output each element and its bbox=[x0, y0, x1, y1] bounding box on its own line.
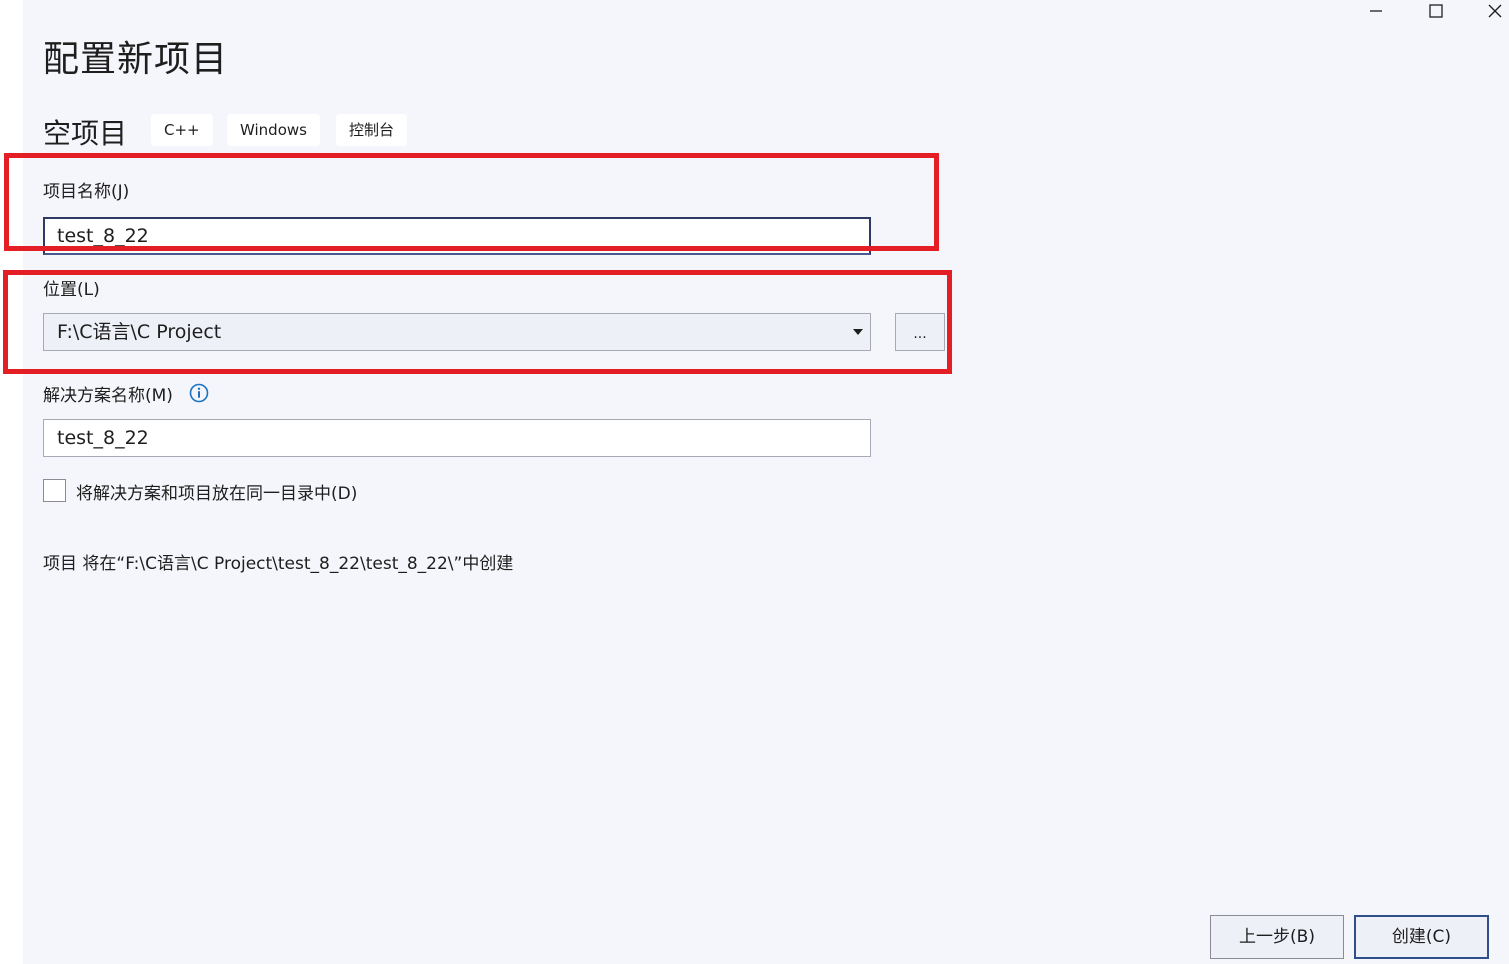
highlight-box-project-name bbox=[4, 153, 939, 251]
tag-console: 控制台 bbox=[336, 114, 408, 146]
minimize-button[interactable] bbox=[1356, 0, 1396, 22]
template-name: 空项目 bbox=[43, 117, 128, 150]
tag-cpp: C++ bbox=[151, 114, 213, 146]
tag-windows: Windows bbox=[227, 114, 320, 146]
close-button[interactable] bbox=[1475, 0, 1509, 22]
close-icon bbox=[1488, 4, 1502, 18]
create-button[interactable]: 创建(C) bbox=[1354, 915, 1489, 959]
info-icon[interactable] bbox=[189, 383, 209, 403]
maximize-button[interactable] bbox=[1416, 0, 1456, 22]
solution-name-input[interactable]: test_8_22 bbox=[43, 419, 871, 457]
page-title: 配置新项目 bbox=[43, 39, 229, 80]
solution-name-label: 解决方案名称(M) bbox=[43, 386, 173, 406]
highlight-box-location bbox=[3, 270, 952, 374]
same-directory-label[interactable]: 将解决方案和项目放在同一目录中(D) bbox=[76, 479, 357, 504]
same-directory-checkbox[interactable] bbox=[43, 479, 66, 502]
creation-path-summary: 项目 将在“F:\C语言\C Project\test_8_22\test_8_… bbox=[43, 554, 514, 574]
back-button[interactable]: 上一步(B) bbox=[1210, 915, 1344, 959]
minimize-icon bbox=[1370, 10, 1382, 12]
maximize-icon bbox=[1429, 4, 1443, 18]
